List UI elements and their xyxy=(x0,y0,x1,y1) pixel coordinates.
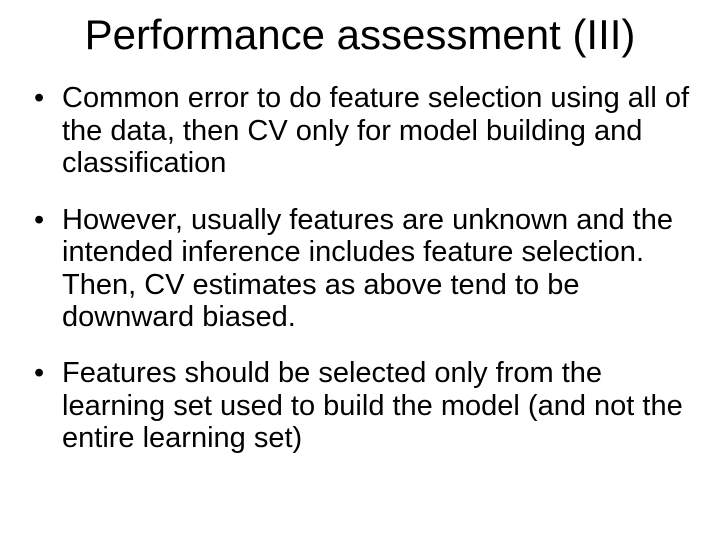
bullet-list: Common error to do feature selection usi… xyxy=(28,82,692,455)
bullet-text: Common error to do feature selection usi… xyxy=(62,82,689,179)
bullet-item: Features should be selected only from th… xyxy=(28,357,692,454)
bullet-item: However, usually features are unknown an… xyxy=(28,204,692,334)
slide-title: Performance assessment (III) xyxy=(28,12,692,58)
bullet-text: However, usually features are unknown an… xyxy=(62,204,673,333)
slide: Performance assessment (III) Common erro… xyxy=(0,0,720,540)
bullet-item: Common error to do feature selection usi… xyxy=(28,82,692,179)
bullet-text: Features should be selected only from th… xyxy=(62,357,683,454)
